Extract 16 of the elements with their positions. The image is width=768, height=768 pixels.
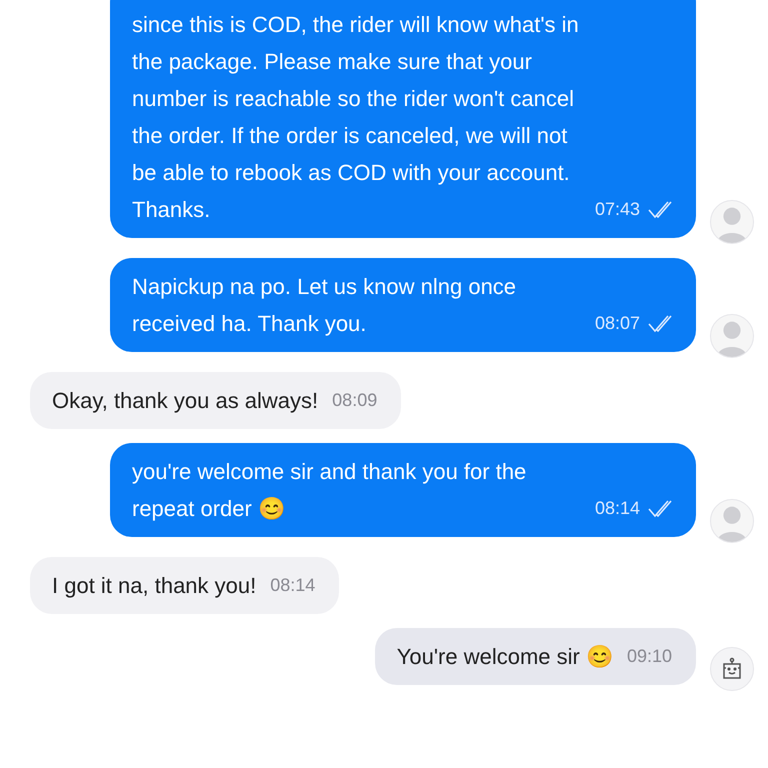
avatar-icon[interactable] [710, 200, 754, 244]
message-time: 07:43 [594, 198, 640, 221]
message-time: 08:07 [594, 312, 640, 335]
message-time: 08:14 [270, 574, 316, 597]
message-text: You're welcome sir 😊 [396, 643, 613, 671]
avatar-icon[interactable] [710, 314, 754, 358]
message-text: Napickup na po. Let us know nlng once received ha. Thank you. [132, 273, 518, 338]
avatar-icon[interactable] [710, 499, 754, 543]
message-time: 08:09 [332, 389, 378, 412]
robot-icon[interactable] [710, 647, 754, 691]
message-text: I got it na, thank you! [52, 572, 256, 600]
message-time: 09:10 [626, 645, 672, 668]
message-text: Okay, thank you as always! [52, 387, 318, 415]
message-text: since this is COD, the rider will know what's in the package. Please make sure that your number is reachable so the rider won't cancel the order. If the order is canceled, we will not be able to rebook as COD with your account. Thanks. [132, 11, 580, 224]
message-time: 08:14 [594, 497, 640, 520]
message-text: you're welcome sir and thank you for the repeat order 😊 [132, 458, 528, 523]
